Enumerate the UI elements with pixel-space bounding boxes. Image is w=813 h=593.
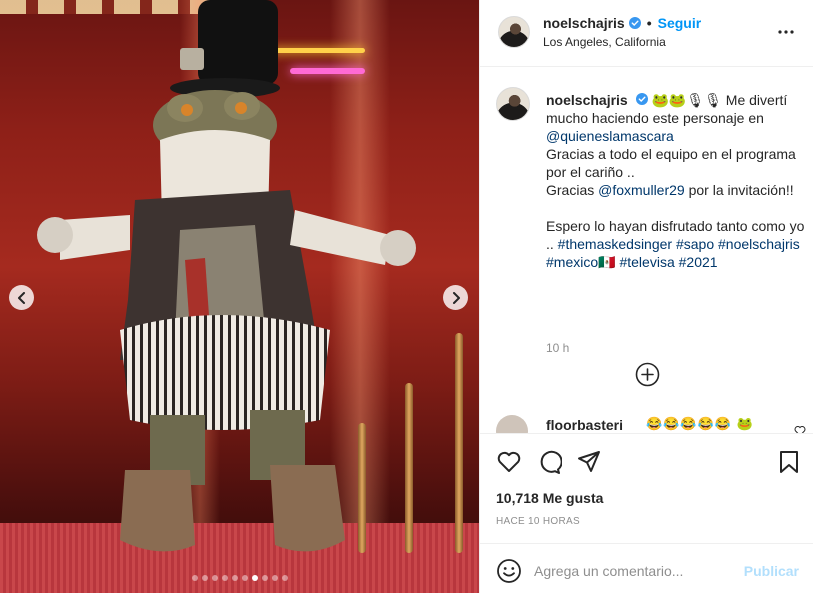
- follow-button[interactable]: Seguir: [658, 15, 702, 31]
- like-count[interactable]: 10,718 Me gusta: [496, 490, 603, 506]
- caption-text: noelschajris 🐸🐸🎙🎙 Me divertí mucho hacie…: [546, 91, 808, 271]
- carousel-dot: [221, 575, 228, 581]
- author-avatar[interactable]: [496, 87, 530, 121]
- post-media[interactable]: [0, 0, 479, 593]
- post-actions: 10,718 Me gusta HACE 10 HORAS: [480, 433, 813, 543]
- carousel-dot: [191, 575, 198, 581]
- carousel-prev-button[interactable]: [9, 285, 34, 310]
- carousel-dot: [261, 575, 268, 581]
- chevron-right-icon: [452, 291, 460, 304]
- hashtag-link[interactable]: #themaskedsinger: [558, 236, 672, 252]
- plus-circle-icon[interactable]: [635, 362, 660, 387]
- carousel-indicator: [0, 575, 479, 581]
- mention-link[interactable]: @quieneslamascara: [546, 128, 674, 144]
- comment-bubble-icon[interactable]: [536, 449, 562, 475]
- stanchion-post: [455, 333, 463, 553]
- caption-emojis: 🐸🐸🎙🎙: [651, 92, 722, 108]
- commenter-avatar[interactable]: [496, 415, 528, 433]
- comment-like-icon[interactable]: [794, 425, 806, 433]
- publish-button[interactable]: Publicar: [744, 563, 799, 579]
- frog-costume-figure: [37, 0, 416, 552]
- post-age: HACE 10 HORAS: [496, 516, 580, 527]
- author-username[interactable]: noelschajris: [543, 15, 625, 31]
- bookmark-icon[interactable]: [776, 449, 802, 475]
- mention-link[interactable]: @foxmuller29: [598, 182, 685, 198]
- comments-section[interactable]: noelschajris 🐸🐸🎙🎙 Me divertí mucho hacie…: [480, 67, 813, 433]
- carousel-dot: [241, 575, 248, 581]
- post-details-panel: noelschajris • Seguir Los Angeles, Calif…: [479, 0, 813, 593]
- carousel-dot: [271, 575, 278, 581]
- more-options-icon[interactable]: [778, 22, 794, 42]
- verified-badge-icon: [628, 17, 641, 29]
- post-header: noelschajris • Seguir Los Angeles, Calif…: [480, 0, 813, 67]
- comment-input[interactable]: [534, 556, 734, 586]
- carousel-dot: [201, 575, 208, 581]
- chevron-left-icon: [17, 291, 25, 304]
- caption-line: por la invitación!!: [684, 182, 794, 198]
- hashtag-link[interactable]: #2021: [679, 254, 718, 270]
- post-location[interactable]: Los Angeles, California: [543, 35, 666, 49]
- paper-plane-icon[interactable]: [576, 449, 602, 475]
- comment-text: 😂😂😂😂😂 🐸: [646, 416, 754, 431]
- caption-line: Gracias: [546, 182, 599, 198]
- caption-timestamp: 10 h: [546, 341, 570, 355]
- hashtag-link[interactable]: #noelschajris: [718, 236, 800, 252]
- carousel-dot-active: [251, 575, 258, 581]
- carousel-dot: [281, 575, 288, 581]
- smiley-icon[interactable]: [496, 558, 522, 584]
- author-avatar[interactable]: [498, 16, 530, 48]
- caption-username[interactable]: noelschajris: [546, 92, 628, 108]
- separator-dot: •: [646, 15, 652, 31]
- comment-item: floorbasteri 😂😂😂😂😂 🐸: [496, 415, 806, 433]
- carousel-dot: [211, 575, 218, 581]
- verified-badge-icon: [635, 93, 648, 105]
- commenter-username[interactable]: floorbasteri: [546, 417, 623, 433]
- comment-composer: Publicar: [480, 543, 813, 593]
- hashtag-link[interactable]: #televisa: [619, 254, 674, 270]
- carousel-next-button[interactable]: [443, 285, 468, 310]
- flag-emoji: 🇲🇽: [598, 254, 616, 270]
- caption-line: Gracias a todo el equipo en el programa …: [546, 146, 796, 180]
- heart-icon[interactable]: [496, 449, 522, 475]
- carousel-dot: [231, 575, 238, 581]
- hashtag-link[interactable]: #sapo: [676, 236, 714, 252]
- hashtag-link[interactable]: #mexico: [546, 254, 598, 270]
